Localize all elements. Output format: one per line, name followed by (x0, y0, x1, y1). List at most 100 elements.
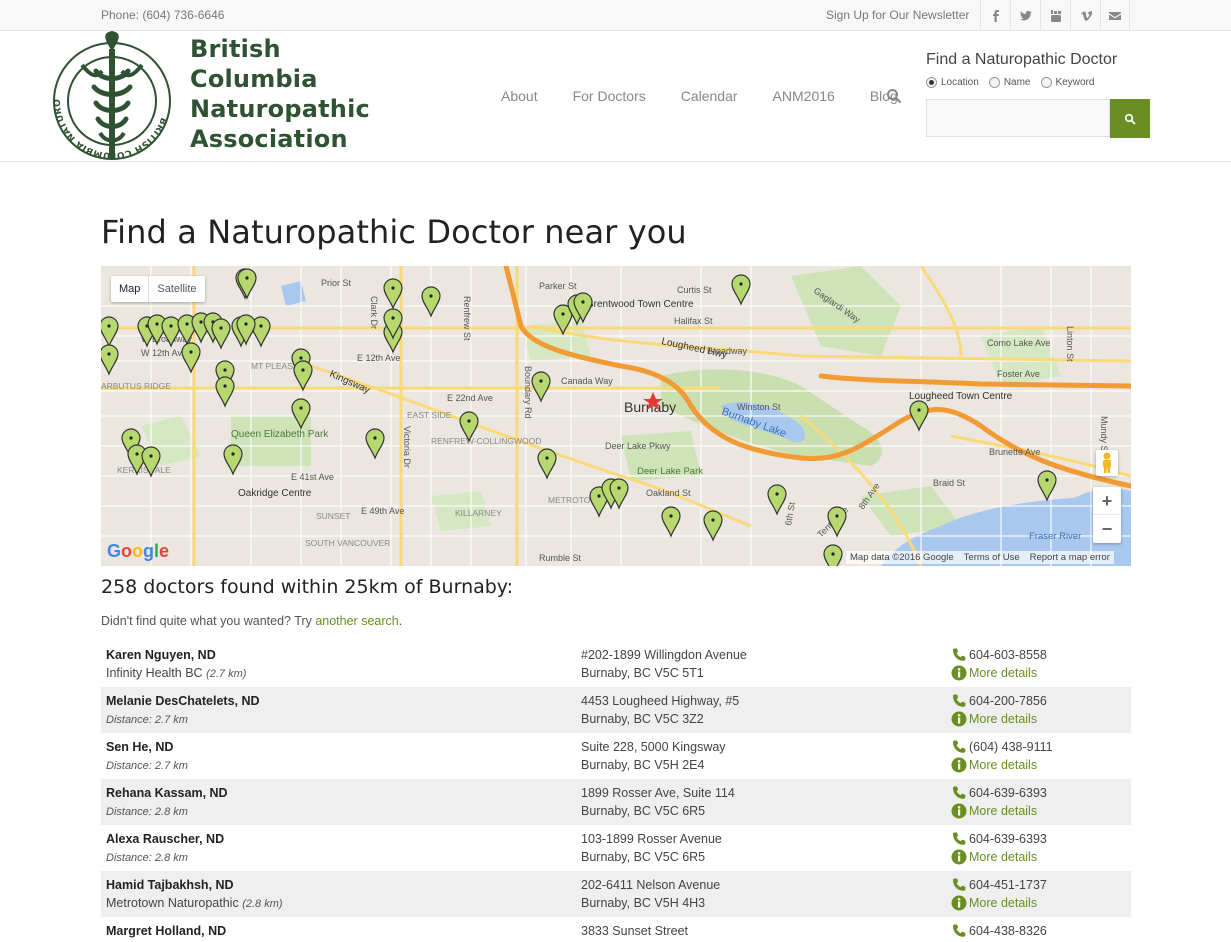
bcna-logo-emblem[interactable]: BRITISH COLUMBIA NATUROPATHIC ASSOCIATIO… (48, 24, 172, 161)
doctor-map-pin-dot (539, 379, 543, 383)
nav-for-doctors[interactable]: For Doctors (573, 88, 646, 104)
map-label-victoria-dr: Victoria Dr (402, 426, 412, 468)
more-details-link[interactable]: More details (951, 711, 1037, 727)
zoom-control: + − (1093, 487, 1121, 543)
address-line-2: Burnaby, BC V5H 2E4 (581, 758, 705, 772)
radio-keyword-dot[interactable] (1040, 77, 1052, 88)
doctor-map-pin-dot (429, 294, 433, 298)
finder-search-button[interactable] (1110, 99, 1150, 138)
doctor-map-pin-dot (581, 300, 585, 304)
youtube-icon[interactable] (1040, 0, 1070, 31)
map-label-foster-ave: Foster Ave (997, 369, 1040, 379)
map-label-lougheed-town: Lougheed Town Centre (909, 391, 1013, 402)
map-canvas[interactable]: Prior St Clark Dr Renfrew St Parker St C… (101, 266, 1131, 566)
doctor-map-pin-dot (391, 286, 395, 290)
info-icon (951, 803, 967, 819)
doctor-map-pin-dot (711, 518, 715, 522)
google-logo[interactable]: Google (107, 541, 169, 562)
doctor-map-pin-dot (617, 486, 621, 490)
doctor-phone-number: 604-451-1737 (969, 878, 1047, 892)
finder-title: Find a Naturopathic Doctor (926, 51, 1118, 68)
doctor-name[interactable]: Karen Nguyen, ND (106, 648, 216, 662)
finder-search-input[interactable] (926, 99, 1110, 137)
report-map-error-link[interactable]: Report a map error (1030, 552, 1110, 563)
twitter-icon[interactable] (1010, 0, 1040, 31)
doctor-name[interactable]: Hamid Tajbakhsh, ND (106, 878, 234, 892)
map-label-boundary-rd: Boundary Rd (523, 366, 533, 419)
nav-anm2016[interactable]: ANM2016 (773, 88, 835, 104)
map-type-satellite[interactable]: Satellite (148, 276, 204, 302)
radio-name-dot[interactable] (988, 77, 1000, 88)
social-links (980, 0, 1130, 31)
results-note: Didn't find quite what you wanted? Try a… (101, 614, 402, 628)
radio-name[interactable]: Name (988, 77, 1031, 88)
phone-icon (953, 648, 966, 661)
map-label-winston-st: Winston St (737, 402, 781, 412)
doctor-phone[interactable]: 604-451-1737 (951, 877, 1047, 893)
street-view-pegman-icon[interactable] (1096, 450, 1118, 476)
doctor-map-pin-dot (299, 406, 303, 410)
results-map[interactable]: Prior St Clark Dr Renfrew St Parker St C… (101, 266, 1131, 566)
doctor-phone[interactable]: 604-438-8326 (951, 923, 1047, 939)
finder-search-row (926, 99, 1150, 138)
newsletter-link[interactable]: Sign Up for Our Newsletter (826, 8, 969, 22)
site-header: BRITISH COLUMBIA NATUROPATHIC ASSOCIATIO… (0, 24, 1231, 162)
more-details-link[interactable]: More details (951, 895, 1037, 911)
doctor-name[interactable]: Melanie DesChatelets, ND (106, 694, 260, 708)
clinic-name: Infinity Health BC (2.7 km) (106, 666, 247, 680)
doctor-map-pin-dot (597, 494, 601, 498)
map-label-rumble: Rumble St (539, 553, 582, 563)
doctor-map-pin-dot (917, 408, 921, 412)
doctor-phone[interactable]: 604-639-6393 (951, 785, 1047, 801)
contact-phone: Phone: (604) 736-6646 (101, 8, 225, 22)
radio-location-dot[interactable] (926, 77, 937, 88)
map-attribution: Map data ©2016 Google Terms of Use Repor… (846, 551, 1114, 564)
nav-calendar[interactable]: Calendar (681, 88, 738, 104)
doctor-phone-number: 604-603-8558 (969, 648, 1047, 662)
doctor-map-pin-dot (301, 368, 305, 372)
map-label-deer-lake-park: Deer Lake Park (637, 466, 703, 477)
map-label-clark-dr: Clark Dr (369, 296, 379, 329)
more-details-link[interactable]: More details (951, 849, 1037, 865)
phone-icon (953, 924, 966, 937)
map-type-control: Map Satellite (111, 276, 205, 302)
map-label-braid: Braid St (933, 478, 966, 488)
map-type-map[interactable]: Map (111, 276, 148, 302)
logo-line-4: Association (190, 125, 348, 153)
map-label-renfrew-collingwood: RENFREW-COLLINGWOOD (431, 436, 541, 446)
doctor-phone[interactable]: 604-639-6393 (951, 831, 1047, 847)
results-heading: 258 doctors found within 25km of Burnaby… (101, 576, 514, 598)
doctor-map-pin-dot (299, 356, 303, 360)
doctor-name[interactable]: Margret Holland, ND (106, 924, 226, 938)
nav-about[interactable]: About (501, 88, 538, 104)
doctor-name[interactable]: Sen He, ND (106, 740, 173, 754)
radio-keyword[interactable]: Keyword (1040, 77, 1094, 88)
doctor-map-pin-dot (669, 514, 673, 518)
terms-of-use-link[interactable]: Terms of Use (964, 552, 1020, 563)
doctor-map-pin-dot (169, 324, 173, 328)
search-icon[interactable] (886, 88, 902, 104)
zoom-out-button[interactable]: − (1093, 515, 1121, 543)
more-details-link[interactable]: More details (951, 757, 1037, 773)
logo-wordmark[interactable]: British Columbia Naturopathic Associatio… (190, 34, 370, 154)
radio-location[interactable]: Location (926, 77, 979, 88)
info-icon (951, 757, 967, 773)
mail-icon[interactable] (1100, 0, 1130, 31)
doctor-name[interactable]: Alexa Rauscher, ND (106, 832, 224, 846)
map-label-linton: Linton St (1065, 326, 1075, 362)
another-search-link[interactable]: another search (315, 614, 398, 628)
map-label-deer-lake-pkwy: Deer Lake Pkwy (605, 441, 671, 451)
map-label-broadway: Broadway (707, 346, 748, 356)
vimeo-icon[interactable] (1070, 0, 1100, 31)
address-line-1: 4453 Lougheed Highway, #5 (581, 694, 740, 708)
map-label-mundy: Mundy St (1099, 416, 1109, 455)
more-details-link[interactable]: More details (951, 803, 1037, 819)
doctor-phone[interactable]: (604) 438-9111 (951, 739, 1053, 755)
zoom-in-button[interactable]: + (1093, 487, 1121, 515)
doctor-name[interactable]: Rehana Kassam, ND (106, 786, 228, 800)
doctor-phone[interactable]: 604-603-8558 (951, 647, 1047, 663)
facebook-icon[interactable] (980, 0, 1010, 31)
more-details-link[interactable]: More details (951, 665, 1037, 681)
search-icon (1124, 113, 1136, 124)
doctor-phone[interactable]: 604-200-7856 (951, 693, 1047, 709)
